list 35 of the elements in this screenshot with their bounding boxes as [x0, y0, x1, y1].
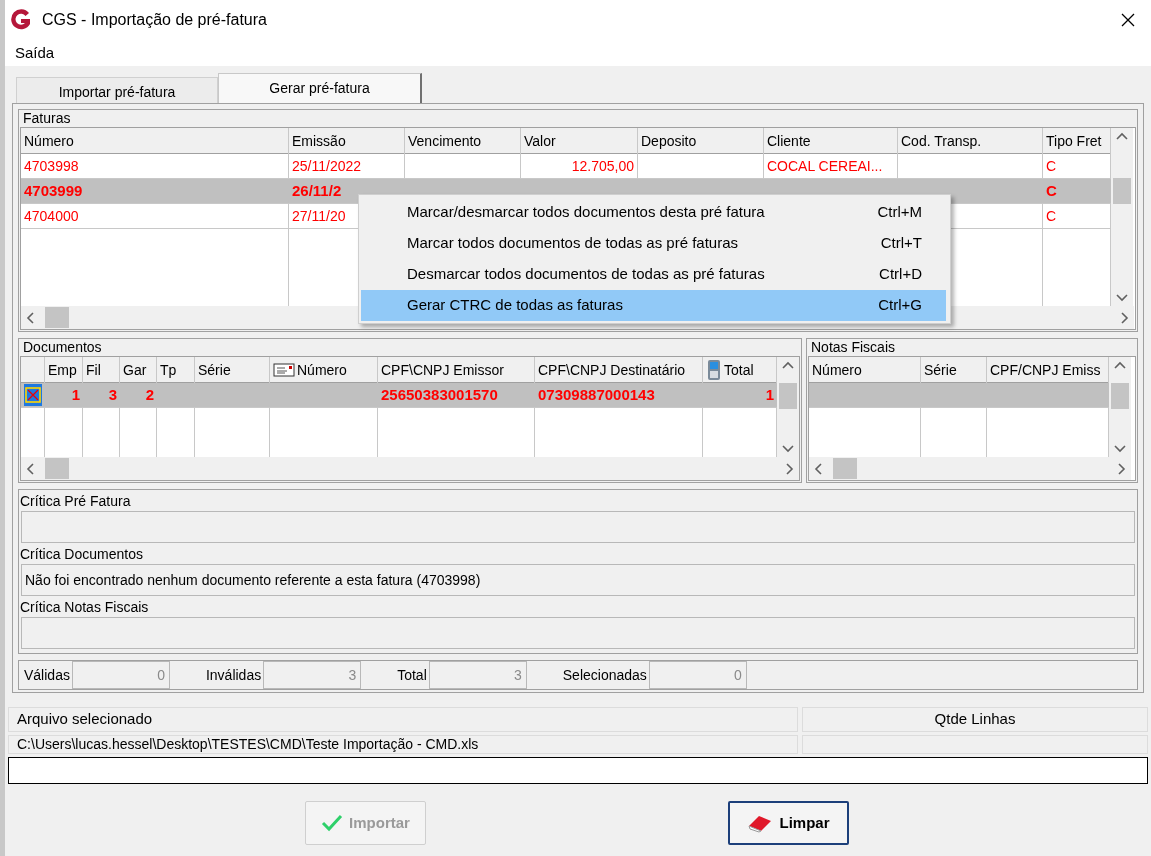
count-field: 3: [263, 661, 362, 689]
count-field: 3: [428, 661, 527, 689]
table-cell-text: 26/11/2: [292, 180, 342, 201]
count-field: 0: [71, 661, 170, 689]
column-header: Arquivo selecionado: [8, 707, 798, 732]
group-label: Notas Fiscais: [810, 339, 897, 356]
group-label: Faturas: [22, 110, 72, 127]
table-cell-text: C: [1046, 156, 1057, 176]
count-field: 0: [648, 661, 747, 689]
field-label: Selecionadas: [562, 665, 648, 685]
table-cell-text: 3: [108, 384, 117, 405]
field-label: Total: [397, 665, 428, 685]
table-cell-text: 27/11/20: [292, 206, 346, 226]
table-cell-text: COCAL CEREAI...: [767, 156, 883, 176]
group-label: Documentos: [22, 339, 103, 356]
table-cell-text: 2: [145, 384, 154, 405]
table-cell-text: 4703999: [24, 180, 83, 201]
table-cell-text: 07309887000143: [538, 384, 655, 405]
field-label: Inválidas: [205, 665, 263, 685]
column-header: Qtde Linhas: [802, 707, 1148, 732]
field-label: Válidas: [24, 665, 71, 685]
field-label: Crítica Documentos: [20, 545, 144, 564]
table-cell-text: 12.705,00: [571, 156, 634, 176]
table-cell-text: C: [1046, 206, 1057, 226]
table-cell-text: 4704000: [24, 206, 79, 226]
table-cell-text: 4703998: [24, 156, 79, 176]
field-label: Crítica Pré Fatura: [20, 492, 132, 511]
table-cell-text: C: [1046, 180, 1057, 201]
table-cell-text: 1: [765, 384, 774, 405]
field-label: Crítica Notas Fiscais: [20, 598, 150, 617]
file-path: C:\Users\lucas.hessel\Desktop\TESTES\CMD\Teste Importação - CMD.xls: [8, 735, 798, 754]
table-cell-text: 25/11/2022: [292, 156, 362, 176]
window-title: CGS - Importação de pré-fatura: [42, 10, 267, 30]
table-cell-text: 1: [71, 384, 80, 405]
table-cell-text: 25650383001570: [381, 384, 498, 405]
